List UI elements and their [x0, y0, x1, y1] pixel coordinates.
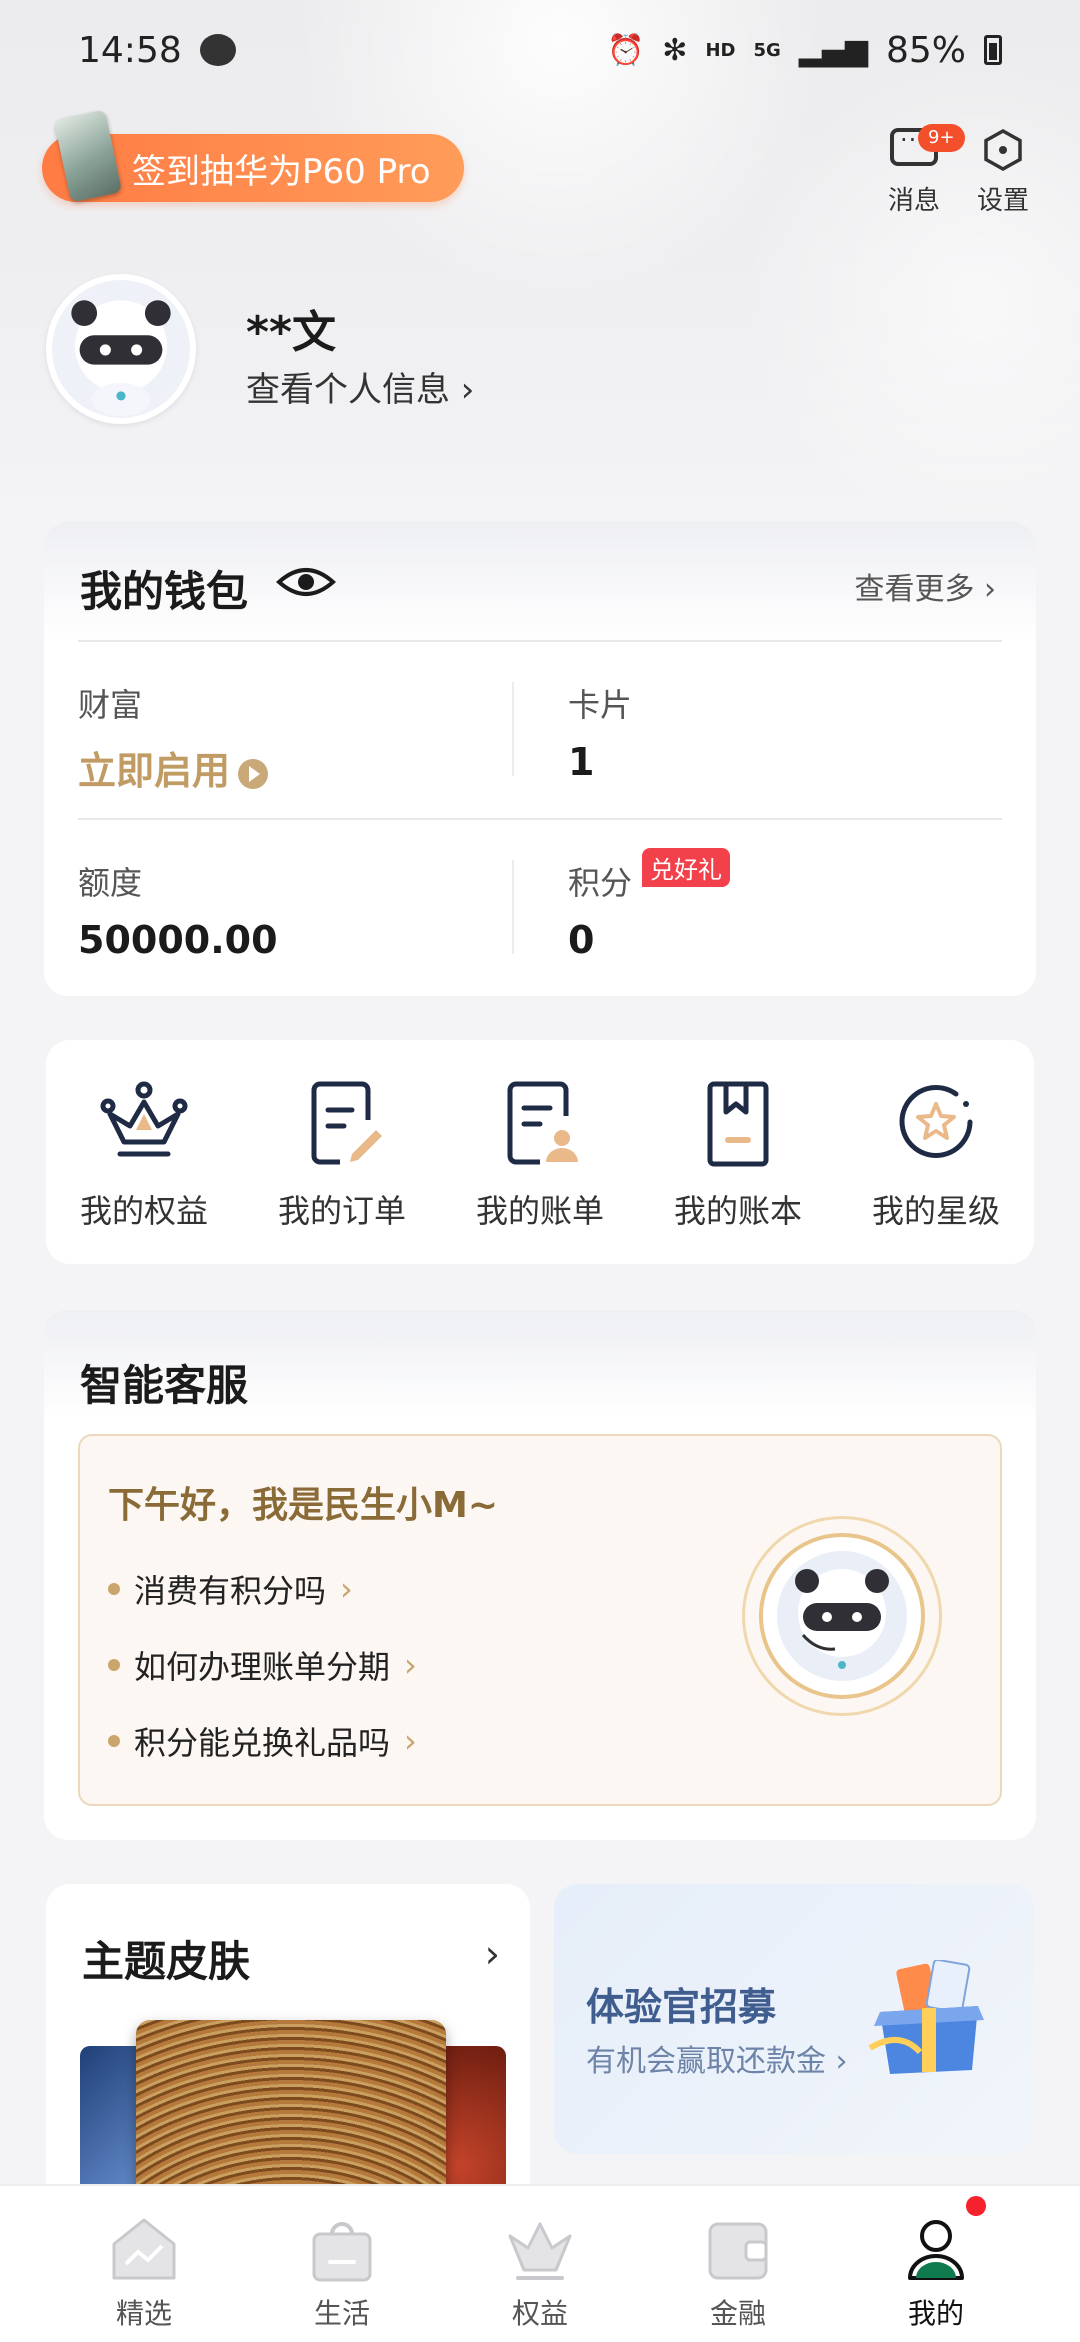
faq-item[interactable]: 如何办理账单分期 ›: [108, 1642, 417, 1688]
home-icon: [112, 2218, 176, 2280]
nav-label: 精选: [115, 2297, 172, 2330]
ledger-icon: [707, 1081, 769, 1167]
status-bar: 14:58 ⏰ ✻ HD 5G ▂▄▆ 85%: [0, 0, 1080, 100]
quick-action-label: 我的账单: [475, 1192, 604, 1230]
wealth-label: 财富: [78, 686, 143, 724]
bullet-dot: [108, 1735, 120, 1747]
user-name: **文: [246, 307, 337, 358]
service-greeting: 下午好，我是民生小M~: [108, 1485, 498, 1526]
nav-label: 权益: [511, 2297, 568, 2330]
battery-icon: [984, 35, 1002, 65]
divider: [78, 818, 1002, 820]
divider-vertical: [512, 860, 514, 954]
quick-action-bills[interactable]: 我的账单: [450, 1076, 630, 1232]
wealth-enable-link[interactable]: 立即启用: [78, 740, 269, 795]
settings-label: 设置: [976, 186, 1029, 216]
service-chat-panel[interactable]: 下午好，我是民生小M~ 消费有积分吗 › 如何办理账单分期 › 积分能兑换礼品吗…: [78, 1434, 1002, 1806]
alarm-icon: ⏰: [606, 32, 645, 68]
quick-action-label: 我的订单: [277, 1192, 406, 1230]
cards-label: 卡片: [568, 686, 633, 724]
user-icon: [908, 2220, 964, 2280]
assistant-avatar[interactable]: [742, 1516, 942, 1716]
eye-icon[interactable]: [276, 562, 336, 602]
points-label: 积分: [568, 864, 633, 902]
network-indicator: 5G: [753, 39, 781, 61]
service-title: 智能客服: [80, 1361, 249, 1410]
bluetooth-icon: ✻: [662, 32, 688, 68]
quick-action-label: 我的账本: [673, 1192, 802, 1230]
settings-hex-icon: [981, 128, 1025, 172]
order-icon: [311, 1081, 382, 1165]
star-level-icon: [899, 1085, 973, 1158]
nav-tab-rights[interactable]: 权益: [460, 2214, 620, 2332]
quick-action-ledger[interactable]: 我的账本: [648, 1076, 828, 1232]
limit-label: 额度: [78, 864, 143, 902]
recruit-banner[interactable]: 体验官招募 有机会赢取还款金 ›: [554, 1884, 1034, 2154]
messages-label: 消息: [887, 186, 940, 216]
recruit-subtitle: 有机会赢取还款金 ›: [586, 2044, 848, 2079]
cards-value[interactable]: 1: [568, 740, 594, 784]
signin-promo-label: 签到抽华为P60 Pro: [132, 151, 431, 192]
bottom-navigation: 精选 生活 权益 金融 我的: [0, 2184, 1080, 2342]
bullet-dot: [108, 1583, 120, 1595]
signal-icon: ▂▄▆: [798, 32, 868, 68]
notification-dot: [966, 2196, 986, 2216]
points-value[interactable]: 0: [568, 918, 594, 962]
nav-tab-finance[interactable]: 金融: [658, 2214, 818, 2332]
nav-label: 生活: [313, 2297, 370, 2330]
quick-action-star-level[interactable]: 我的星级: [846, 1076, 1026, 1232]
bag-icon: [312, 2222, 372, 2282]
quick-actions-card: 我的权益 我的订单 我的账单 我的账本 我的星级: [46, 1040, 1034, 1264]
nav-label: 我的: [907, 2297, 964, 2330]
customer-service-card: 智能客服 下午好，我是民生小M~ 消费有积分吗 › 如何办理账单分期 › 积分能…: [44, 1310, 1036, 1840]
chat-notification-icon: [199, 34, 236, 66]
status-time: 14:58: [78, 29, 182, 71]
chevron-right-icon[interactable]: ›: [485, 1932, 500, 1976]
hd-indicator: HD: [705, 39, 736, 61]
quick-action-label: 我的权益: [79, 1192, 208, 1230]
messages-badge: 9+: [918, 124, 965, 152]
divider-vertical: [512, 682, 514, 776]
wallet-card: 我的钱包 查看更多 › 财富 立即启用 卡片 1 额度 50000.00 积分 …: [44, 522, 1036, 996]
nav-tab-life[interactable]: 生活: [262, 2214, 422, 2332]
nav-tab-mine[interactable]: 我的: [856, 2214, 1016, 2332]
play-icon: [238, 758, 269, 789]
nav-label: 金融: [709, 2297, 766, 2330]
settings-button[interactable]: 设置: [963, 124, 1043, 217]
faq-item[interactable]: 消费有积分吗 ›: [108, 1566, 353, 1612]
gift-box-icon: [868, 1960, 984, 2074]
chevron-right-icon: ›: [404, 1646, 417, 1684]
bullet-dot: [108, 1659, 120, 1671]
quick-action-label: 我的星级: [871, 1192, 1000, 1230]
chevron-right-icon: ›: [404, 1722, 417, 1760]
quick-action-rights[interactable]: 我的权益: [54, 1076, 234, 1232]
points-gift-tag[interactable]: 兑好礼: [642, 848, 730, 887]
crown-icon: [508, 2222, 572, 2280]
nav-tab-featured[interactable]: 精选: [64, 2214, 224, 2332]
faq-text: 如何办理账单分期: [134, 1648, 391, 1686]
divider: [78, 640, 1002, 642]
faq-text: 积分能兑换礼品吗: [134, 1724, 391, 1762]
recruit-title: 体验官招募: [586, 1985, 777, 2029]
limit-value[interactable]: 50000.00: [78, 918, 278, 962]
messages-button[interactable]: 9+ 消息: [874, 124, 965, 217]
wallet-title: 我的钱包: [80, 567, 249, 616]
signin-promo-button[interactable]: 签到抽华为P60 Pro: [42, 109, 464, 203]
chevron-right-icon: ›: [340, 1570, 353, 1608]
wealth-value: 立即启用: [78, 749, 231, 793]
wallet-more-link[interactable]: 查看更多 ›: [854, 564, 996, 608]
faq-item[interactable]: 积分能兑换礼品吗 ›: [108, 1718, 417, 1764]
battery-level: 85%: [885, 29, 966, 71]
view-profile-link[interactable]: 查看个人信息 ›: [246, 362, 474, 411]
bill-icon: [507, 1081, 578, 1165]
faq-text: 消费有积分吗: [134, 1572, 327, 1610]
wallet-icon: [708, 2222, 768, 2280]
avatar[interactable]: [46, 274, 196, 424]
theme-title: 主题皮肤: [82, 1937, 251, 1986]
crown-icon: [100, 1081, 188, 1157]
quick-action-orders[interactable]: 我的订单: [252, 1076, 432, 1232]
